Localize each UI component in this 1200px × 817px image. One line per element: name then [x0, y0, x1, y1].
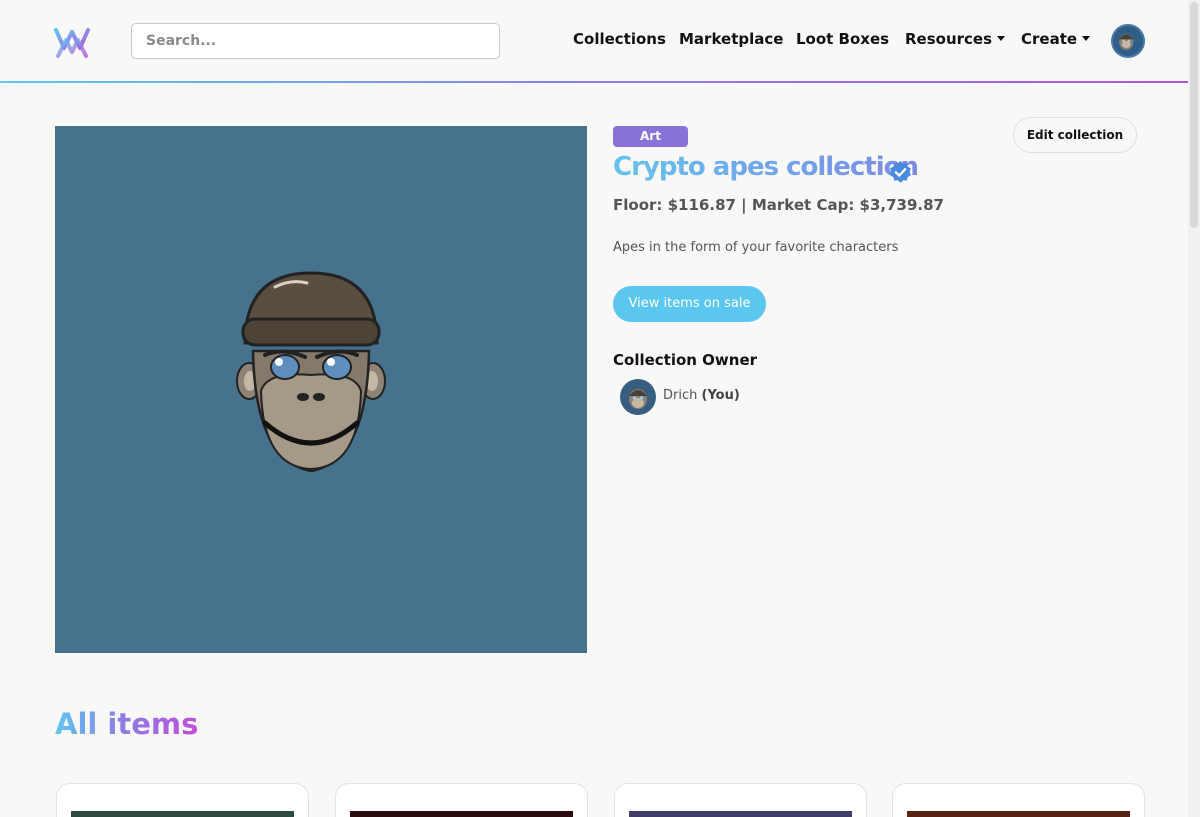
user-avatar[interactable]: [1111, 24, 1145, 58]
verified-badge-icon: [890, 161, 911, 183]
nav-resources-label: Resources: [905, 30, 993, 48]
owner-name: Drich: [663, 388, 698, 403]
collection-owner-heading: Collection Owner: [613, 351, 758, 369]
collection-description: Apes in the form of your favorite charac…: [613, 240, 899, 255]
collection-stats: Floor: $116.87 | Market Cap: $3,739.87: [613, 196, 944, 214]
nav-collections[interactable]: Collections: [573, 30, 666, 48]
item-thumbnail: [907, 811, 1130, 817]
nav-create-label: Create: [1021, 30, 1078, 48]
item-thumbnail: [71, 811, 294, 817]
item-thumbnail: [350, 811, 573, 817]
ape-illustration: [236, 271, 386, 473]
view-items-on-sale-button[interactable]: View items on sale: [613, 286, 766, 322]
owner-link[interactable]: Drich (You): [663, 388, 740, 403]
logo-icon[interactable]: [52, 22, 92, 60]
item-card[interactable]: [892, 783, 1145, 817]
nav-resources-dropdown[interactable]: Resources: [905, 30, 1006, 48]
nav-marketplace[interactable]: Marketplace: [679, 30, 783, 48]
navbar-divider: [0, 81, 1188, 83]
owner-avatar[interactable]: [620, 379, 656, 415]
scrollbar[interactable]: [1188, 0, 1200, 817]
ape-avatar-icon: [1119, 33, 1134, 50]
scrollbar-thumb[interactable]: [1190, 2, 1198, 228]
nav-create-dropdown[interactable]: Create: [1021, 30, 1091, 48]
collection-title: Crypto apes collection: [613, 152, 919, 182]
navbar: Collections Marketplace Loot Boxes Resou…: [0, 0, 1188, 83]
item-thumbnail: [629, 811, 852, 817]
category-badge[interactable]: Art: [613, 126, 688, 147]
ape-avatar-icon: [629, 389, 647, 409]
nav-loot-boxes[interactable]: Loot Boxes: [796, 30, 889, 48]
all-items-heading: All items: [55, 707, 199, 741]
caret-down-icon: [1082, 36, 1091, 41]
owner-you-label: (You): [701, 388, 740, 403]
item-card[interactable]: [614, 783, 867, 817]
edit-collection-button[interactable]: Edit collection: [1013, 117, 1137, 153]
item-card[interactable]: [56, 783, 309, 817]
item-card[interactable]: [335, 783, 588, 817]
collection-image: [55, 126, 587, 653]
search-input[interactable]: [131, 23, 500, 59]
caret-down-icon: [997, 36, 1006, 41]
